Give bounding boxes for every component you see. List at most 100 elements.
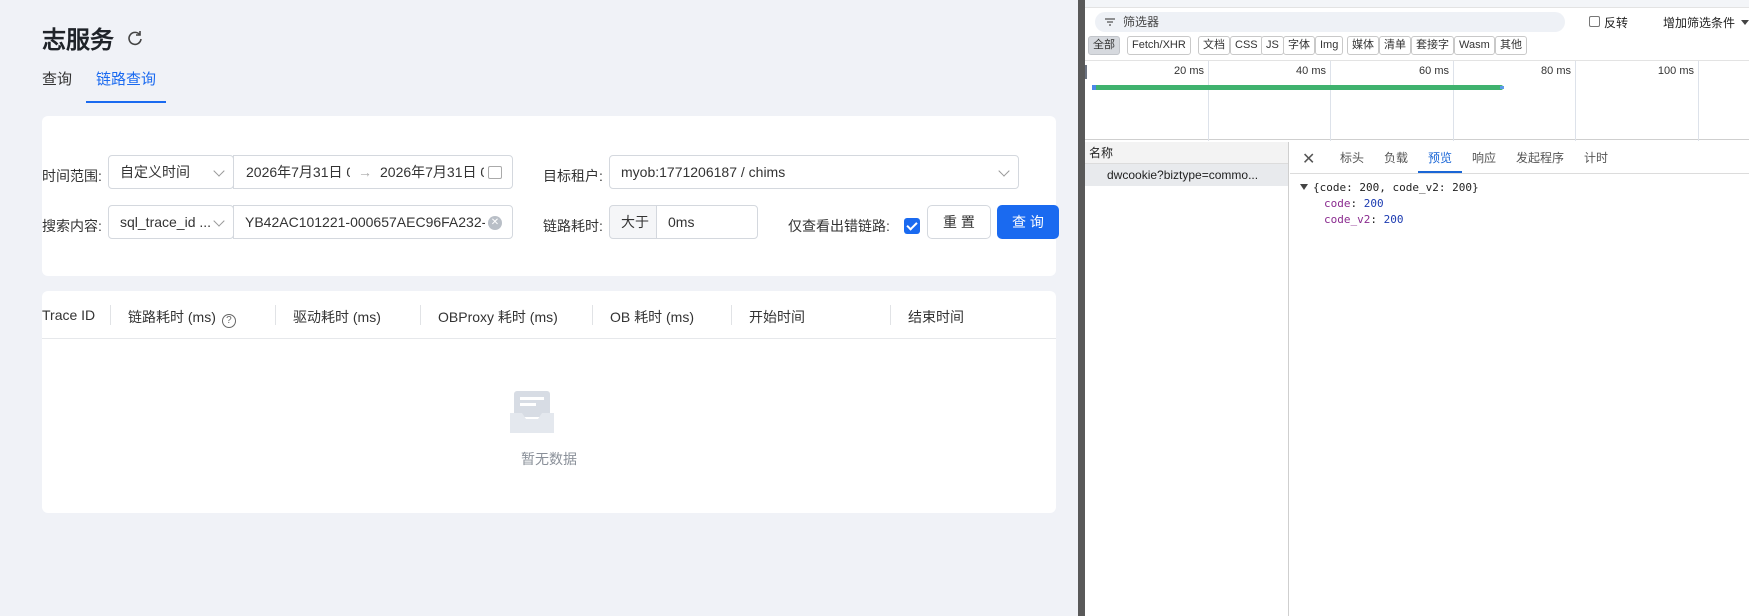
timeline-tick: 100 ms [1657,65,1694,77]
filter-input[interactable]: 筛选器 [1095,12,1565,32]
timeline-start-mark [1085,65,1087,79]
col-start-time: 开始时间 [749,309,805,325]
pane-divider[interactable] [1078,0,1085,616]
filter-placeholder: 筛选器 [1123,15,1160,29]
json-key: code [1324,197,1351,210]
json-row: code_v2: 200 [1324,213,1404,226]
type-media[interactable]: 媒体 [1347,36,1379,55]
search-input-value: YB42AC101221-000657AEC96FA232-0-0 [245,214,485,230]
tab-preview[interactable]: 预览 [1428,149,1452,166]
type-fetch-xhr[interactable]: Fetch/XHR [1127,36,1191,55]
app-area: 志服务 查询 链路查询 时间范围: 自定义时间 2026年7月31日 0 → 2… [0,0,1082,616]
end-date: 2026年7月31日 0 [380,164,484,180]
type-manifest[interactable]: 清单 [1379,36,1411,55]
column-divider [890,305,891,325]
search-field-select[interactable]: sql_trace_id ... [108,205,234,239]
active-tab-underline [1418,171,1462,173]
tab-payload[interactable]: 负载 [1384,149,1408,166]
type-doc[interactable]: 文档 [1198,36,1230,55]
timeline-tick: 80 ms [1541,65,1571,77]
type-other[interactable]: 其他 [1495,36,1527,55]
time-range-type-value: 自定义时间 [120,164,190,180]
empty-text: 暂无数据 [521,451,577,467]
json-summary: {code: 200, code_v2: 200} [1313,181,1479,194]
type-all[interactable]: 全部 [1088,36,1120,55]
type-wasm[interactable]: Wasm [1454,36,1495,55]
tab-initiator[interactable]: 发起程序 [1516,149,1564,166]
tab-headers[interactable]: 标头 [1340,149,1364,166]
name-column-header[interactable]: 名称 [1085,142,1288,164]
col-trace-duration: 链路耗时 (ms)? [128,307,236,328]
help-icon[interactable]: ? [221,314,236,328]
duration-label: 链路耗时: [543,218,603,234]
chevron-down-icon [213,165,225,177]
tab-response[interactable]: 响应 [1472,149,1496,166]
chevron-down-icon [1741,20,1749,25]
column-divider [420,305,421,325]
duration-input[interactable]: 0ms [656,205,758,239]
column-divider [592,305,593,325]
type-font[interactable]: 字体 [1283,36,1315,55]
request-download-bar [1500,86,1504,89]
col-ob-duration: OB 耗时 (ms) [610,309,694,325]
empty-inbox-icon [510,391,554,433]
only-error-label: 仅查看出错链路: [788,218,890,234]
preview-json: {code: 200, code_v2: 200} code: 200 code… [1300,180,1479,228]
col-trace-id: Trace ID [42,307,96,323]
start-date: 2026年7月31日 0 [246,164,350,180]
filter-row: 筛选器 反转 增加筛选条件 [1085,8,1749,34]
col-end-time: 结束时间 [908,309,964,325]
timeline-gridline [1330,61,1331,141]
only-error-checkbox[interactable] [904,218,920,234]
timeline-tick: 20 ms [1174,65,1204,77]
request-row[interactable]: dwcookie?biztype=commo... [1085,164,1288,186]
expand-triangle-icon [1300,184,1308,190]
tab-query[interactable]: 查询 [42,68,72,103]
tenant-select[interactable]: myob:1771206187 / chims [609,155,1019,189]
network-timeline[interactable]: 20 ms 40 ms 60 ms 80 ms 100 ms [1085,60,1749,141]
type-img[interactable]: Img [1315,36,1344,55]
devtools-network-panel: 筛选器 反转 增加筛选条件 全部 Fetch/XHR 文档 CSS JS 字体 … [1085,0,1749,616]
timeline-gridline [1575,61,1576,141]
page-title-text: 志服务 [42,27,114,54]
request-waiting-bar [1092,85,1096,90]
time-range-label: 时间范围: [42,168,102,184]
tab-trace-query[interactable]: 链路查询 [86,68,167,103]
request-detail: ✕ 标头 负载 预览 响应 发起程序 计时 {code: 200, code_v… [1290,142,1749,616]
table-header: Trace ID 链路耗时 (ms)? 驱动耗时 (ms) OBProxy 耗时… [42,291,1056,339]
calendar-icon [488,166,502,179]
duration-input-value: 0ms [668,214,695,230]
type-socket[interactable]: 套接字 [1411,36,1454,55]
type-js[interactable]: JS [1261,36,1284,55]
date-range-picker[interactable]: 2026年7月31日 0 → 2026年7月31日 0 [233,155,513,189]
resource-type-filters: 全部 Fetch/XHR 文档 CSS JS 字体 Img 媒体 清单 套接字 … [1085,36,1749,58]
json-root[interactable]: {code: 200, code_v2: 200} [1300,180,1479,196]
results-table: Trace ID 链路耗时 (ms)? 驱动耗时 (ms) OBProxy 耗时… [42,291,1056,513]
close-icon[interactable]: ✕ [1302,149,1315,169]
tenant-value: myob:1771206187 / chims [621,164,786,180]
search-input[interactable]: YB42AC101221-000657AEC96FA232-0-0 ✕ [233,205,513,239]
reset-button[interactable]: 重 置 [927,205,991,239]
add-filter-button[interactable]: 增加筛选条件 [1663,14,1735,31]
timeline-gridline [1453,61,1454,141]
json-value: 200 [1363,197,1384,210]
refresh-icon[interactable] [126,29,144,47]
clear-icon[interactable]: ✕ [488,216,502,230]
type-css[interactable]: CSS [1230,36,1263,55]
query-button[interactable]: 查 询 [997,205,1059,239]
page-title: 志服务 [42,20,144,55]
arrow-right-icon: → [358,164,372,180]
column-divider [731,305,732,325]
detail-tab-bar: ✕ 标头 负载 预览 响应 发起程序 计时 [1290,142,1749,174]
column-divider [110,305,111,325]
json-row: code: 200 [1324,197,1384,210]
col-driver-duration: 驱动耗时 (ms) [293,309,381,325]
invert-checkbox[interactable] [1589,16,1600,27]
duration-operator[interactable]: 大于 [609,205,657,239]
time-range-type-select[interactable]: 自定义时间 [108,155,234,189]
col-obproxy-duration: OBProxy 耗时 (ms) [438,309,558,325]
tab-timing[interactable]: 计时 [1584,149,1608,166]
json-key: code_v2 [1324,213,1371,226]
timeline-gridline [1208,61,1209,141]
search-field-value: sql_trace_id ... [120,214,212,230]
